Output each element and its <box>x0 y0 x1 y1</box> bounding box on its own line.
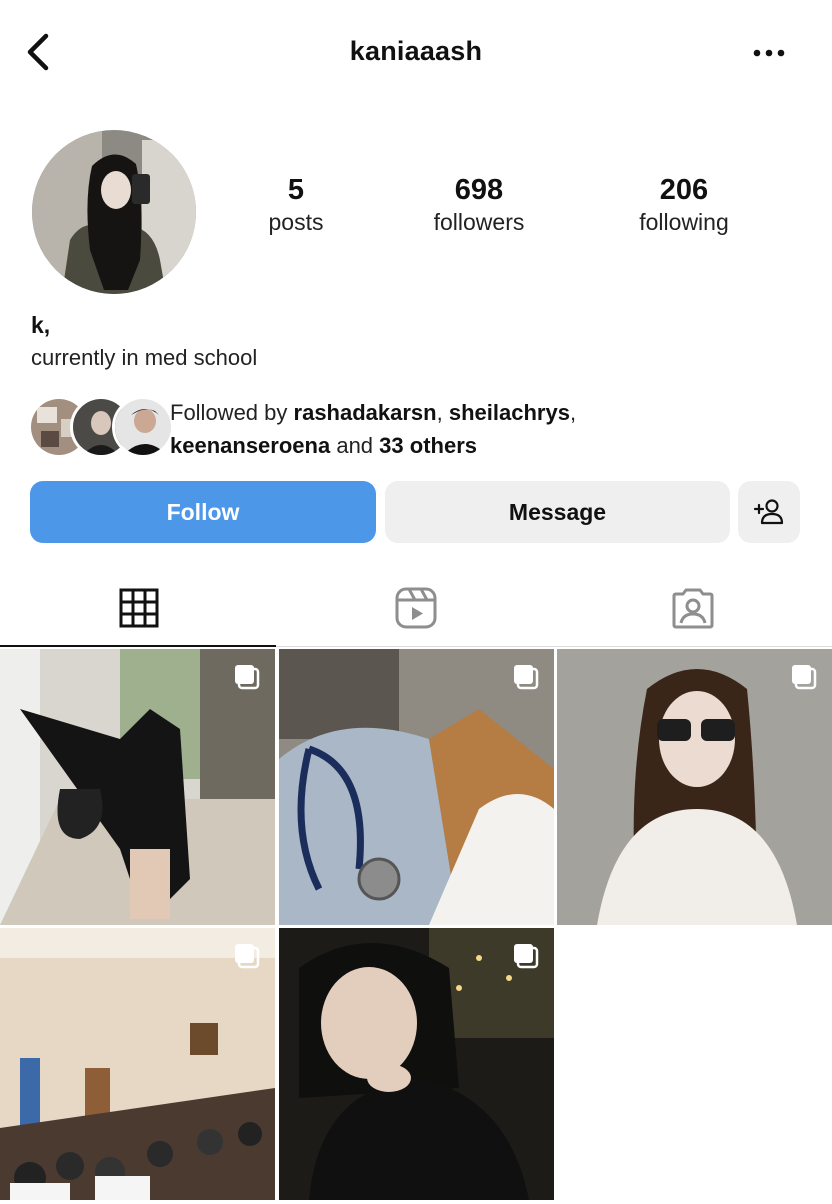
followers-count[interactable]: 698 followers <box>399 172 559 236</box>
tab-tagged[interactable] <box>554 572 831 644</box>
mutual-follower-name: sheilachrys <box>448 400 570 425</box>
followed-by-and: and <box>336 433 374 458</box>
mutual-avatar <box>112 396 174 458</box>
post-thumbnail[interactable] <box>279 649 554 925</box>
reels-icon <box>395 587 436 629</box>
active-tab-indicator <box>0 645 276 647</box>
following-count-value: 206 <box>659 174 709 206</box>
post-thumbnail[interactable] <box>557 649 832 925</box>
mutual-follower-name: rashadakarsn <box>293 400 437 425</box>
posts-count-label: posts <box>268 209 324 235</box>
tab-posts-grid[interactable] <box>0 572 277 644</box>
mutual-followers-avatars[interactable] <box>28 394 174 458</box>
following-count[interactable]: 206 following <box>604 172 764 236</box>
bio-text: currently in med school <box>31 345 258 370</box>
message-button[interactable]: Message <box>385 481 730 543</box>
grid-icon <box>119 588 158 628</box>
multiple-photos-icon <box>235 665 260 690</box>
profile-avatar[interactable] <box>32 130 196 294</box>
multiple-photos-icon <box>235 944 260 969</box>
tab-reels[interactable] <box>277 572 554 644</box>
multiple-photos-icon <box>514 944 539 969</box>
add-person-icon <box>753 499 784 525</box>
suggest-people-button[interactable] <box>738 481 800 543</box>
follow-button[interactable]: Follow <box>30 481 376 543</box>
display-name: k, <box>31 312 51 338</box>
multiple-photos-icon <box>792 665 817 690</box>
mutual-followers-others: 33 others <box>379 433 477 458</box>
profile-username: kaniaaash <box>349 36 483 66</box>
followed-by-text[interactable]: Followed by rashadakarsn, sheilachrys, k… <box>170 396 810 462</box>
followed-by-prefix: Followed by <box>170 400 288 425</box>
followers-count-value: 698 <box>454 174 504 206</box>
post-thumbnail[interactable] <box>0 649 275 925</box>
tagged-person-icon <box>672 588 713 629</box>
post-thumbnail[interactable] <box>279 928 554 1204</box>
post-thumbnail[interactable] <box>0 928 275 1204</box>
more-horizontal-icon <box>753 49 785 57</box>
mutual-follower-name: keenanseroena <box>170 433 331 458</box>
posts-count[interactable]: 5 posts <box>216 172 376 236</box>
avatar-photo <box>32 130 196 294</box>
more-options-button[interactable] <box>748 36 790 70</box>
multiple-photos-icon <box>514 665 539 690</box>
posts-count-value: 5 <box>287 174 305 206</box>
followers-count-label: followers <box>433 209 525 235</box>
following-count-label: following <box>639 209 729 235</box>
